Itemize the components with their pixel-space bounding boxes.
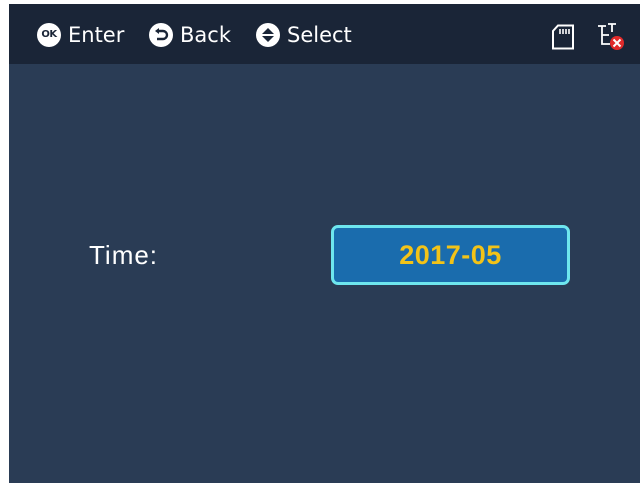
time-value-text: 2017-05 <box>399 239 502 270</box>
hint-select-label: Select <box>287 23 352 47</box>
top-hint-bar: OK Enter Back Select <box>9 4 640 64</box>
back-icon <box>149 23 173 47</box>
time-label: Time: <box>89 240 159 270</box>
hint-back-label: Back <box>180 23 231 47</box>
device-screen: OK Enter Back Select Time: 2017-05 <box>9 4 640 483</box>
hint-enter: OK Enter <box>37 21 124 49</box>
network-disconnected-icon <box>596 22 626 56</box>
up-down-select-icon <box>256 23 280 47</box>
hint-back: Back <box>149 21 231 49</box>
sd-card-icon <box>551 24 575 54</box>
hint-select: Select <box>256 21 352 49</box>
ok-icon: OK <box>37 23 61 47</box>
time-value-field[interactable]: 2017-05 <box>331 225 570 285</box>
hint-enter-label: Enter <box>68 23 125 47</box>
